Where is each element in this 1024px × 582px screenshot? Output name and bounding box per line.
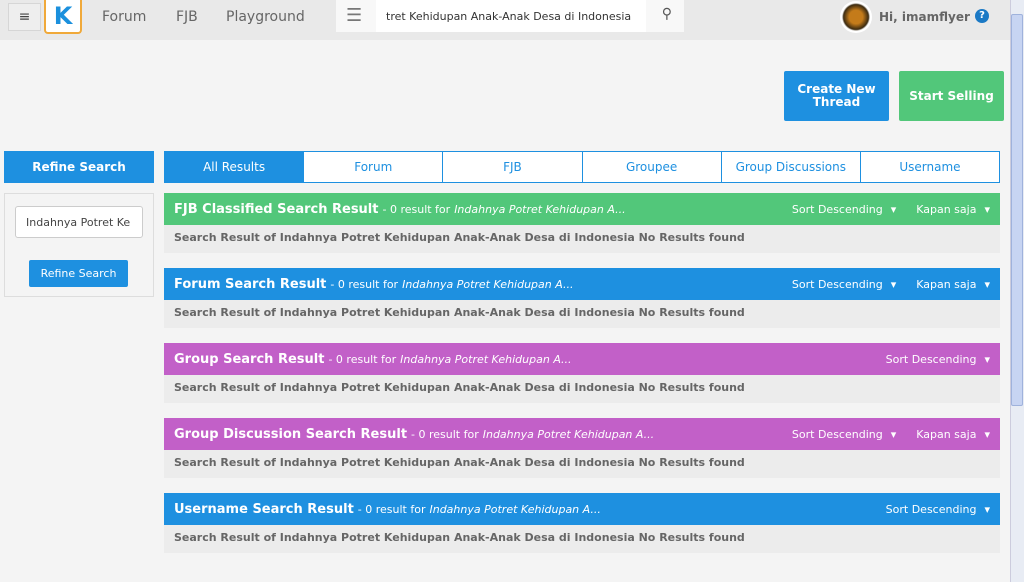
chevron-down-icon[interactable]: ▾ (984, 428, 990, 441)
result-tabs: All Results Forum FJB Groupee Group Disc… (164, 151, 1001, 183)
search-menu-icon[interactable]: ☰ (346, 5, 362, 26)
tab-group-discussions[interactable]: Group Discussions (721, 151, 861, 183)
tab-all-results[interactable]: All Results (164, 151, 305, 183)
scrollbar-thumb[interactable] (1011, 14, 1023, 406)
refine-search-button[interactable]: Refine Search (29, 260, 128, 287)
result-query: Indahnya Potret Kehidupan A... (400, 352, 572, 366)
chevron-down-icon[interactable]: ▾ (984, 353, 990, 366)
avatar[interactable] (840, 1, 872, 33)
section-header: FJB Classified Search Result - 0 result … (164, 193, 1000, 225)
result-count: - 0 result for (382, 202, 451, 216)
top-bar: ≡ K Forum FJB Playground ☰ ⚲ Hi, imamfly… (0, 0, 1010, 40)
section-header: Username Search Result - 0 result for In… (164, 493, 1000, 525)
no-results-message: Search Result of Indahnya Potret Kehidup… (164, 525, 1000, 553)
time-dropdown[interactable]: Kapan saja (916, 428, 976, 441)
chevron-down-icon[interactable]: ▾ (891, 278, 897, 291)
start-selling-button[interactable]: Start Selling (899, 71, 1004, 121)
result-query: Indahnya Potret Kehidupan A... (454, 202, 626, 216)
result-section: Group Search Result - 0 result for Indah… (164, 343, 1000, 403)
section-title: Group Search Result (174, 351, 325, 367)
tab-fjb[interactable]: FJB (443, 151, 583, 183)
help-icon[interactable]: ? (975, 9, 989, 23)
no-results-message: Search Result of Indahnya Potret Kehidup… (164, 300, 1000, 328)
sort-dropdown[interactable]: Sort Descending (886, 503, 977, 516)
section-title: Group Discussion Search Result (174, 426, 408, 442)
section-title: Username Search Result (174, 501, 354, 517)
result-query: Indahnya Potret Kehidupan A... (429, 502, 601, 516)
chevron-down-icon[interactable]: ▾ (891, 203, 897, 216)
nav-fjb[interactable]: FJB (176, 9, 198, 25)
sort-dropdown[interactable]: Sort Descending (792, 278, 883, 291)
create-thread-button[interactable]: Create New Thread (784, 71, 889, 121)
sort-dropdown[interactable]: Sort Descending (886, 353, 977, 366)
refine-search-title: Refine Search (4, 151, 154, 183)
refine-search-input[interactable] (15, 206, 143, 238)
user-greeting[interactable]: Hi, imamflyer (879, 10, 970, 24)
result-section: FJB Classified Search Result - 0 result … (164, 193, 1000, 253)
tab-forum[interactable]: Forum (304, 151, 444, 183)
chevron-down-icon[interactable]: ▾ (984, 278, 990, 291)
section-header: Forum Search Result - 0 result for Indah… (164, 268, 1000, 300)
section-title: Forum Search Result (174, 276, 327, 292)
time-dropdown[interactable]: Kapan saja (916, 278, 976, 291)
section-header: Group Discussion Search Result - 0 resul… (164, 418, 1000, 450)
no-results-message: Search Result of Indahnya Potret Kehidup… (164, 225, 1000, 253)
result-query: Indahnya Potret Kehidupan A... (402, 277, 574, 291)
result-section: Username Search Result - 0 result for In… (164, 493, 1000, 553)
tab-username[interactable]: Username (860, 151, 1001, 183)
no-results-message: Search Result of Indahnya Potret Kehidup… (164, 450, 1000, 478)
search-icon[interactable]: ⚲ (662, 6, 672, 22)
search-input[interactable] (376, 0, 646, 32)
kaskus-logo[interactable]: K (44, 0, 82, 34)
result-count: - 0 result for (357, 502, 426, 516)
search-bar: ☰ ⚲ (336, 0, 684, 32)
sort-dropdown[interactable]: Sort Descending (792, 203, 883, 216)
chevron-down-icon[interactable]: ▾ (891, 428, 897, 441)
result-count: - 0 result for (330, 277, 399, 291)
tab-groupee[interactable]: Groupee (582, 151, 722, 183)
nav-playground[interactable]: Playground (226, 9, 305, 25)
nav-forum[interactable]: Forum (102, 9, 146, 25)
sort-dropdown[interactable]: Sort Descending (792, 428, 883, 441)
no-results-message: Search Result of Indahnya Potret Kehidup… (164, 375, 1000, 403)
result-count: - 0 result for (328, 352, 397, 366)
section-title: FJB Classified Search Result (174, 201, 379, 217)
result-query: Indahnya Potret Kehidupan A... (482, 427, 655, 441)
menu-icon[interactable]: ≡ (8, 3, 41, 31)
time-dropdown[interactable]: Kapan saja (916, 203, 976, 216)
refine-search-panel: Refine Search (4, 193, 154, 297)
result-count: - 0 result for (411, 427, 479, 441)
section-header: Group Search Result - 0 result for Indah… (164, 343, 1000, 375)
result-section: Group Discussion Search Result - 0 resul… (164, 418, 1000, 478)
result-section: Forum Search Result - 0 result for Indah… (164, 268, 1000, 328)
chevron-down-icon[interactable]: ▾ (984, 503, 990, 516)
chevron-down-icon[interactable]: ▾ (984, 203, 990, 216)
